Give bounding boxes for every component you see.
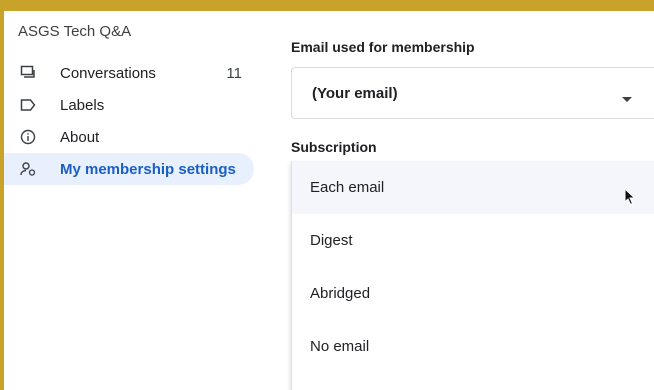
- conversations-icon: [18, 63, 38, 83]
- chevron-down-icon: [622, 90, 632, 107]
- sidebar-item-label: Conversations: [60, 64, 156, 82]
- email-label: Email used for membership: [291, 39, 475, 55]
- sidebar-item-label: My membership settings: [60, 160, 236, 178]
- email-value: (Your email): [312, 84, 398, 102]
- sidebar-item-membership[interactable]: My membership settings: [4, 153, 254, 185]
- conversation-count: 11: [226, 64, 242, 82]
- subscription-dropdown: Each email Digest Abridged No email: [291, 161, 654, 390]
- label-icon: [18, 95, 38, 115]
- info-icon: [18, 127, 38, 147]
- option-label: Digest: [310, 232, 353, 249]
- option-no-email[interactable]: No email: [292, 320, 654, 373]
- group-title: ASGS Tech Q&A: [18, 23, 132, 40]
- option-each-email[interactable]: Each email: [292, 161, 654, 214]
- option-label: Abridged: [310, 285, 371, 302]
- mouse-cursor-icon: [624, 187, 636, 210]
- sidebar-item-about[interactable]: About: [4, 121, 266, 153]
- option-label: No email: [310, 338, 370, 355]
- sidebar-item-conversations[interactable]: Conversations 11: [4, 57, 266, 89]
- email-select[interactable]: (Your email): [291, 67, 654, 119]
- app-frame: ASGS Tech Q&A Conversations 11 Labels Ab…: [4, 11, 654, 390]
- option-label: Each email: [310, 179, 385, 196]
- sidebar-nav: Conversations 11 Labels About My members…: [4, 57, 266, 185]
- sidebar-item-label: Labels: [60, 96, 105, 114]
- membership-icon: [18, 159, 38, 179]
- sidebar-item-labels[interactable]: Labels: [4, 89, 266, 121]
- option-digest[interactable]: Digest: [292, 214, 654, 267]
- subscription-label: Subscription: [291, 139, 377, 155]
- sidebar-item-label: About: [60, 128, 100, 146]
- option-abridged[interactable]: Abridged: [292, 267, 654, 320]
